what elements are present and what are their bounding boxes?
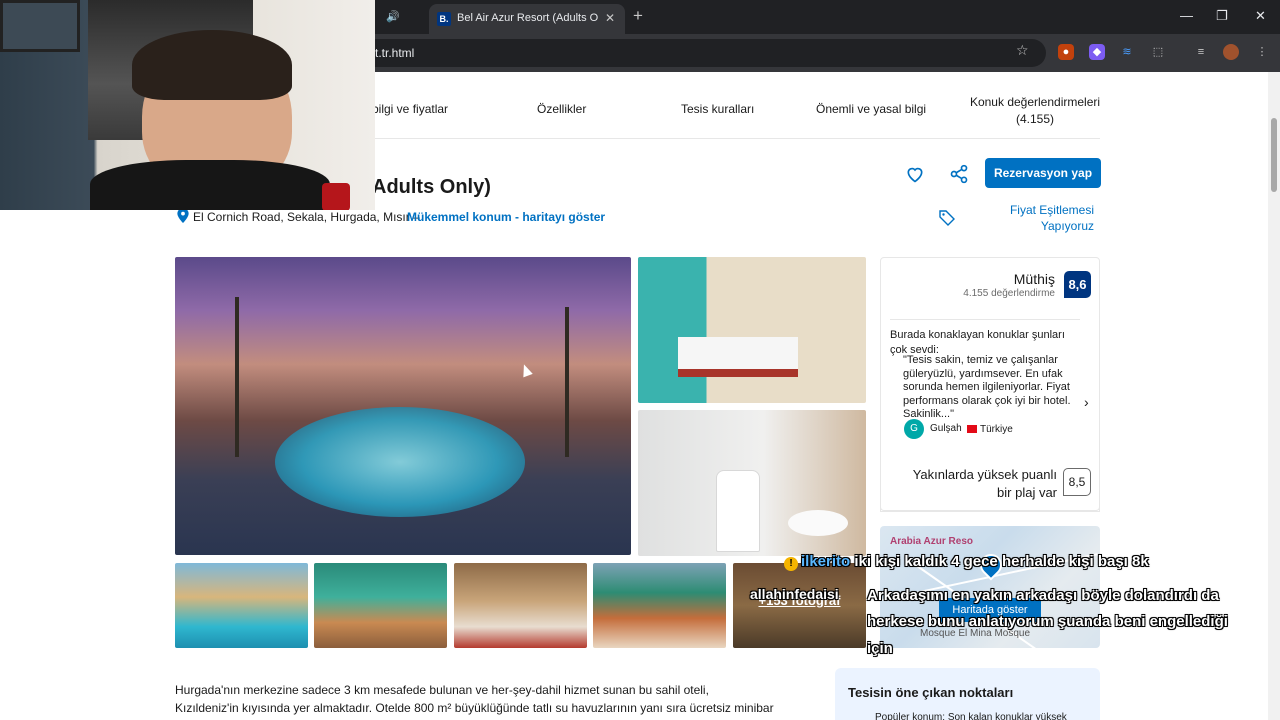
- guests-loved-heading: Burada konaklayan konuklar şunları çok s…: [890, 319, 1080, 358]
- turkey-flag-icon: [967, 425, 977, 433]
- rating-count: 4.155 değerlendirme: [963, 288, 1055, 299]
- chat-message: Arkadaşımı en yakın arkadaşı böyle dolan…: [867, 587, 1219, 604]
- chat-message: için: [867, 640, 893, 657]
- thumbnail-photo[interactable]: [593, 563, 726, 648]
- chat-message: herkese bunu anlatıyorum şuanda beni eng…: [867, 613, 1228, 630]
- location-pin-icon: [177, 208, 189, 223]
- browser-menu-icon[interactable]: ⋮: [1254, 44, 1270, 60]
- hotel-description: Hurgada'nın merkezine sadece 3 km mesafe…: [175, 683, 774, 720]
- close-tab-icon[interactable]: ✕: [605, 11, 615, 25]
- drink-can: [322, 183, 350, 210]
- close-window-icon[interactable]: ✕: [1255, 8, 1266, 24]
- extensions-puzzle-icon[interactable]: ⬚: [1150, 44, 1166, 60]
- tab-info-prices[interactable]: bilgi ve fiyatlar: [372, 102, 448, 116]
- minimize-icon[interactable]: —: [1180, 8, 1193, 23]
- scrollbar-thumb[interactable]: [1271, 118, 1277, 192]
- share-icon[interactable]: [949, 164, 969, 184]
- chevron-right-icon[interactable]: ›: [1084, 394, 1089, 410]
- extension-sound-icon[interactable]: ≋: [1119, 44, 1135, 60]
- main-photo-pool-night[interactable]: [175, 257, 631, 555]
- tab-guest-reviews[interactable]: Konuk değerlendirmeleri (4.155): [955, 94, 1115, 128]
- reserve-button[interactable]: Rezervasyon yap: [985, 158, 1101, 188]
- beach-score-card: Yakınlarda yüksek puanlı bir plaj var 8,…: [880, 452, 1100, 512]
- bathrobe-graphic: [716, 470, 760, 552]
- chat-username: ilkerito: [801, 553, 851, 570]
- media-control-icon[interactable]: ≡: [1193, 44, 1209, 60]
- new-tab-icon[interactable]: +: [633, 6, 643, 26]
- tab-facilities[interactable]: Özellikler: [537, 102, 586, 116]
- review-quote: "Tesis sakin, temiz ve çalışanlar gülery…: [903, 354, 1071, 420]
- beach-text: Yakınlarda yüksek puanlı bir plaj var: [912, 467, 1057, 500]
- url-text[interactable]: t.tr.html: [375, 46, 414, 60]
- booking-favicon-icon: B.: [437, 12, 451, 26]
- chat-text: iki kişi kaldık 4 gece herhalde kişi baş…: [850, 553, 1149, 570]
- highlight-item: Popüler konum: Son kalan konuklar yüksek: [875, 712, 1067, 720]
- pool-graphic: [275, 407, 525, 517]
- chat-message: ! ilkerito iki kişi kaldık 4 gece herhald…: [784, 553, 1149, 571]
- tab-guest-reviews-label: Konuk değerlendirmeleri: [969, 95, 1101, 109]
- reviewer-name: Gulşah: [930, 423, 962, 434]
- hotel-address: El Cornich Road, Sekala, Hurgada, Mısır …: [193, 210, 420, 224]
- score-badge: 8,6: [1064, 271, 1091, 298]
- thumbnail-photo[interactable]: [454, 563, 587, 648]
- palm-tree: [565, 307, 569, 457]
- show-map-link[interactable]: Mükemmel konum - haritayı göster: [407, 210, 605, 224]
- webcam-overlay: [0, 0, 375, 210]
- profile-avatar-icon[interactable]: [1223, 44, 1239, 60]
- wall-frame: [0, 0, 80, 52]
- heart-icon[interactable]: [905, 164, 925, 184]
- restore-icon[interactable]: ❐: [1216, 8, 1228, 24]
- rating-word: Müthiş: [1013, 271, 1055, 287]
- tab-house-rules[interactable]: Tesis kuralları: [681, 102, 754, 116]
- property-highlights: Tesisin öne çıkan noktaları Popüler konu…: [835, 668, 1100, 720]
- hotel-title: Adults Only): [372, 176, 491, 198]
- streamer-hair: [132, 30, 292, 100]
- thumbnail-photo[interactable]: [175, 563, 308, 648]
- price-tag-icon: [939, 210, 955, 226]
- chat-username: allahinfedaisi: [750, 586, 839, 602]
- bookmark-star-icon[interactable]: ☆: [1016, 42, 1029, 59]
- page-scrollbar[interactable]: [1268, 72, 1280, 720]
- price-match-link[interactable]: Fiyat Eşitlemesi Yapıyoruz: [980, 202, 1094, 234]
- bed-graphic: [678, 337, 798, 377]
- thumbnail-photo[interactable]: [314, 563, 447, 648]
- extension-fox-icon[interactable]: ●: [1058, 44, 1074, 60]
- beach-score: 8,5: [1063, 468, 1091, 496]
- room-photo[interactable]: [638, 257, 866, 403]
- browser-tab-active[interactable]: B. Bel Air Azur Resort (Adults Only ✕: [429, 4, 625, 34]
- avatar: G: [904, 419, 924, 439]
- map-hotel-label: Arabia Azur Reso: [890, 536, 973, 547]
- chat-badge-icon: !: [784, 557, 798, 571]
- bathroom-photo[interactable]: [638, 410, 866, 556]
- extension-gamepad-icon[interactable]: ◆: [1089, 44, 1105, 60]
- tab-fine-print[interactable]: Önemli ve yasal bilgi: [816, 102, 926, 116]
- palm-tree: [235, 297, 239, 457]
- sink-graphic: [788, 510, 848, 536]
- highlights-title: Tesisin öne çıkan noktaları: [848, 685, 1014, 700]
- speaker-icon[interactable]: 🔊: [386, 10, 400, 24]
- tab-title: Bel Air Azur Resort (Adults Only: [457, 12, 599, 24]
- more-photos-thumbnail[interactable]: +153 fotoğraf: [733, 563, 866, 648]
- tab-guest-reviews-count: (4.155): [1015, 112, 1055, 126]
- streamer-shirt: [90, 160, 330, 210]
- reviewer-country: Türkiye: [980, 424, 1013, 435]
